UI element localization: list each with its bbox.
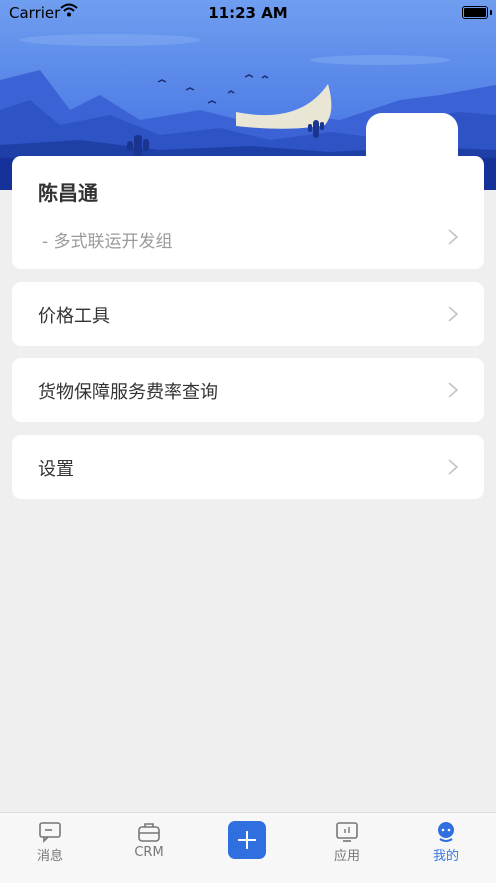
tab-add[interactable] — [208, 813, 288, 883]
chevron-right-icon — [448, 459, 459, 475]
tab-label: 我的 — [432, 849, 459, 864]
clock: 11:23 AM — [208, 4, 288, 22]
tab-crm[interactable]: CRM — [109, 813, 189, 883]
message-icon — [39, 822, 61, 843]
tab-bar: 消息 CRM 应用 我的 — [0, 812, 496, 883]
profile-name: 陈昌通 — [38, 181, 98, 205]
chevron-right-icon — [448, 229, 459, 245]
briefcase-icon — [138, 823, 160, 842]
battery-icon — [462, 6, 488, 19]
menu-item-price-tool[interactable]: 价格工具 — [12, 282, 484, 346]
status-bar: Carrier 11:23 AM — [0, 0, 496, 26]
profile-card[interactable]: 陈昌通 - 多式联运开发组 — [12, 156, 484, 269]
menu-item-label: 价格工具 — [38, 306, 110, 327]
add-icon[interactable] — [228, 821, 266, 859]
battery-tip — [490, 10, 492, 15]
tab-me[interactable]: 我的 — [406, 813, 486, 883]
monitor-icon — [336, 822, 358, 842]
menu-item-label: 货物保障服务费率查询 — [38, 382, 218, 403]
tab-label: 应用 — [333, 849, 360, 864]
menu-item-cargo-insurance-rate[interactable]: 货物保障服务费率查询 — [12, 358, 484, 422]
menu-item-settings[interactable]: 设置 — [12, 435, 484, 499]
chevron-right-icon — [448, 306, 459, 322]
chevron-right-icon — [448, 382, 459, 398]
tab-messages[interactable]: 消息 — [10, 813, 90, 883]
menu-item-label: 设置 — [38, 459, 74, 480]
tab-apps[interactable]: 应用 — [307, 813, 387, 883]
tab-label: 消息 — [36, 849, 63, 864]
tab-label: CRM — [134, 845, 164, 860]
person-icon — [438, 822, 454, 842]
profile-department: - 多式联运开发组 — [42, 232, 173, 252]
